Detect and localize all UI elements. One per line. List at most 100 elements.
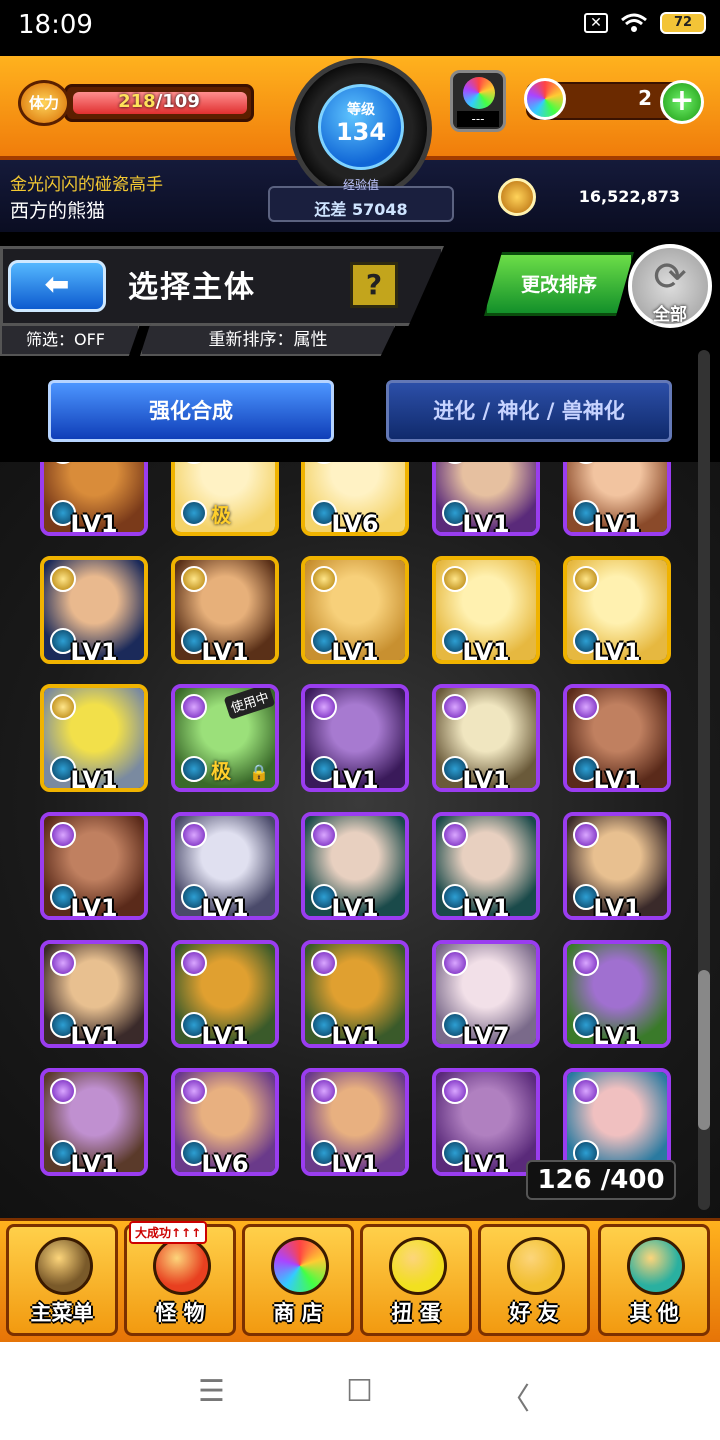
tab-evolve[interactable]: 进化 / 神化 / 兽神化 — [386, 380, 672, 442]
refresh-icon: ⟳ — [653, 254, 687, 300]
dark-element-icon — [50, 950, 76, 976]
monster-level: LV1 — [593, 638, 641, 664]
monster-card[interactable]: LV1 — [563, 940, 671, 1048]
monster-level: LV1 — [462, 766, 510, 792]
nav-label: 其 他 — [629, 1301, 679, 1325]
monster-card[interactable]: LV1 — [40, 940, 148, 1048]
back-button[interactable]: ⬅ — [8, 260, 106, 312]
monster-icon — [153, 1237, 211, 1295]
exp-remaining: 还差 57048 — [314, 200, 408, 219]
nav-item-2[interactable]: 商 店 — [242, 1224, 354, 1336]
monster-card[interactable]: LV1 — [301, 940, 409, 1048]
dark-element-icon — [181, 694, 207, 720]
dark-element-icon — [181, 950, 207, 976]
nav-badge: 大成功↑↑↑ — [129, 1221, 208, 1244]
dark-element-icon — [311, 694, 337, 720]
monster-card[interactable]: LV1 — [40, 1068, 148, 1176]
help-cube-icon — [627, 1237, 685, 1295]
monster-card[interactable]: LV1 — [171, 812, 279, 920]
dark-element-icon — [442, 950, 468, 976]
light-element-icon — [50, 694, 76, 720]
exp-label: 经验值 — [342, 178, 379, 192]
add-gems-button[interactable]: + — [660, 80, 704, 124]
change-order-button[interactable]: 更改排序 — [484, 252, 634, 316]
gem-icon — [524, 78, 566, 120]
back-icon[interactable]: 〈 — [500, 1374, 530, 1418]
monster-card[interactable]: LV1 — [563, 462, 671, 536]
dark-element-icon — [311, 1078, 337, 1104]
nav-item-1[interactable]: 怪 物 大成功↑↑↑ — [124, 1221, 236, 1336]
monster-card[interactable]: LV1 — [432, 462, 540, 536]
home-icon[interactable]: ☐ — [346, 1374, 373, 1409]
monster-level: LV1 — [462, 638, 510, 664]
castle-icon — [35, 1237, 93, 1295]
notification-icon: ✕ — [584, 13, 608, 33]
monster-level: LV1 — [462, 510, 510, 536]
monster-card[interactable]: LV1 — [432, 684, 540, 792]
monster-card[interactable]: 极 — [171, 462, 279, 536]
monster-card[interactable]: 极使用中 🔒 — [171, 684, 279, 792]
monster-card[interactable]: LV1 — [171, 556, 279, 664]
monster-level: LV1 — [462, 894, 510, 920]
monster-level: LV1 — [70, 510, 118, 536]
nav-item-4[interactable]: 好 友 — [478, 1224, 590, 1336]
nav-label: 商 店 — [273, 1301, 323, 1325]
monster-card[interactable]: LV1 — [40, 812, 148, 920]
monster-card[interactable]: LV1 — [40, 684, 148, 792]
orb-slot-text: --- — [457, 111, 499, 127]
monster-grid[interactable]: LV1 极 LV6 LV1 LV1 LV1 LV1 LV1 LV1 LV1 LV1 极使用中 🔒 LV1 L… — [0, 462, 720, 1218]
coin-icon — [498, 178, 536, 216]
sort-button[interactable]: 重新排序：属性 — [140, 324, 396, 356]
monster-card[interactable]: LV1 — [301, 684, 409, 792]
help-button[interactable]: ? — [350, 262, 398, 308]
monster-card[interactable]: LV1 — [563, 812, 671, 920]
monster-card[interactable]: LV1 — [301, 812, 409, 920]
wifi-icon — [621, 13, 647, 32]
scrollbar[interactable] — [698, 350, 710, 1210]
lock-icon: 🔒 — [249, 763, 269, 782]
monster-level: LV6 — [201, 1150, 249, 1176]
monster-card[interactable]: LV1 — [432, 1068, 540, 1176]
monster-card[interactable]: LV1 — [432, 812, 540, 920]
level-badge: 等级 134 — [318, 84, 404, 170]
monster-card[interactable]: LV1 — [171, 940, 279, 1048]
monster-level: LV1 — [331, 1022, 379, 1048]
menu-icon[interactable]: ☰ — [198, 1374, 225, 1409]
monster-card[interactable]: LV6 — [301, 462, 409, 536]
level-label: 等级 — [347, 102, 375, 118]
all-button[interactable]: ⟳ 全部 — [628, 244, 712, 328]
page-title: 选择主体 — [128, 270, 256, 305]
stamina-current: 218 — [118, 91, 156, 112]
nav-item-0[interactable]: 主菜单 — [6, 1224, 118, 1336]
scrollbar-thumb[interactable] — [698, 970, 710, 1130]
monster-card[interactable]: LV1 — [301, 1068, 409, 1176]
monster-level: LV1 — [70, 1150, 118, 1176]
filter-button[interactable]: 筛选：OFF — [0, 324, 140, 356]
dark-element-icon — [573, 822, 599, 848]
nav-item-5[interactable]: 其 他 — [598, 1224, 710, 1336]
player-name: 西方的熊猫 — [10, 200, 106, 222]
monster-card[interactable]: LV6 — [171, 1068, 279, 1176]
monster-level: LV1 — [201, 638, 249, 664]
nav-label: 好 友 — [509, 1301, 559, 1325]
dark-element-icon — [50, 1078, 76, 1104]
monster-card[interactable]: LV1 — [40, 556, 148, 664]
monster-card[interactable]: LV1 — [40, 462, 148, 536]
monster-card[interactable]: LV7 — [432, 940, 540, 1048]
nav-label: 怪 物 — [155, 1301, 205, 1325]
monster-card[interactable]: LV1 — [563, 556, 671, 664]
monster-card[interactable]: LV1 — [432, 556, 540, 664]
dark-element-icon — [573, 1078, 599, 1104]
monster-level: LV1 — [331, 766, 379, 792]
monster-card[interactable]: LV1 — [301, 556, 409, 664]
monster-card[interactable]: LV1 — [563, 684, 671, 792]
orb-shop-icon — [271, 1237, 329, 1295]
tab-fuse[interactable]: 强化合成 — [48, 380, 334, 442]
monster-level: LV1 — [593, 510, 641, 536]
orb-slot-button[interactable]: --- — [450, 70, 506, 132]
nav-item-3[interactable]: 扭 蛋 — [360, 1224, 472, 1336]
max-badge: 极 — [211, 503, 231, 527]
egg-icon — [389, 1237, 447, 1295]
light-element-icon — [50, 566, 76, 592]
gold-amount: 16,522,873 — [578, 187, 680, 206]
